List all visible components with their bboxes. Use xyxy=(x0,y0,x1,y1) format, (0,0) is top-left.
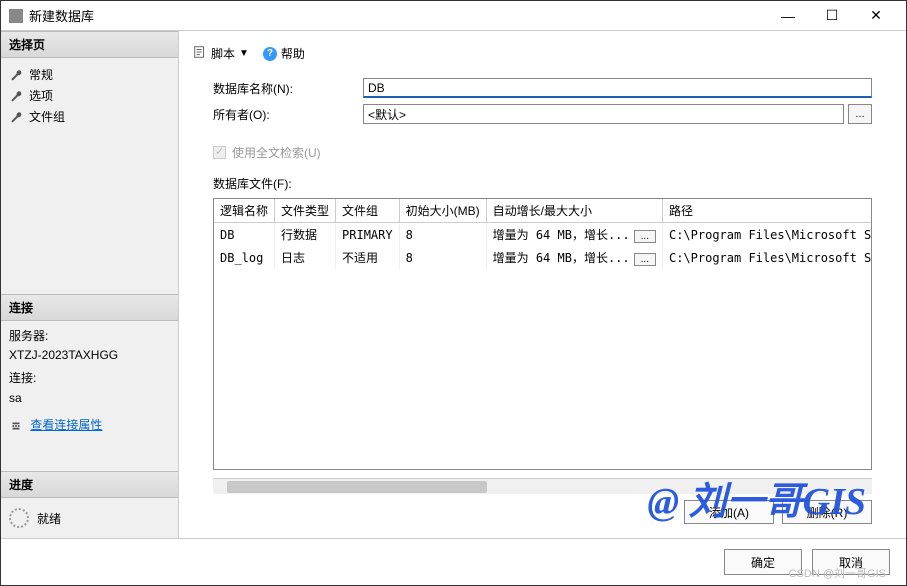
progress-header: 进度 xyxy=(1,471,178,498)
titlebar: 新建数据库 — ☐ ✕ xyxy=(1,1,906,31)
dialog-window: 新建数据库 — ☐ ✕ 选择页 常规 选项 文件组 xyxy=(0,0,907,586)
server-label: 服务器: xyxy=(9,327,170,346)
cell-name: DB xyxy=(214,223,275,247)
select-page-body: 常规 选项 文件组 xyxy=(1,58,178,133)
app-icon xyxy=(9,9,23,23)
delete-button[interactable]: 删除(R) xyxy=(782,500,872,524)
col-autogrowth[interactable]: 自动增长/最大大小 xyxy=(486,199,662,223)
wrench-icon xyxy=(9,110,23,124)
cell-growth: 增量为 64 MB，增长...... xyxy=(486,223,662,247)
sidebar-item-label: 常规 xyxy=(29,66,53,83)
script-button[interactable]: 脚本 ▼ xyxy=(189,43,253,64)
horizontal-scrollbar[interactable] xyxy=(213,478,872,494)
db-name-label: 数据库名称(N): xyxy=(213,80,363,97)
select-page-header: 选择页 xyxy=(1,31,178,58)
col-file-group[interactable]: 文件组 xyxy=(336,199,400,223)
wrench-icon xyxy=(9,68,23,82)
server-value: XTZJ-2023TAXHGG xyxy=(9,346,170,365)
cell-name: DB_log xyxy=(214,246,275,269)
help-label: 帮助 xyxy=(281,45,305,62)
sidebar-item-label: 文件组 xyxy=(29,108,65,125)
table-row[interactable]: DB 行数据 PRIMARY 8 增量为 64 MB，增长...... C:\P… xyxy=(214,223,872,247)
progress-body: 就绪 xyxy=(1,498,178,538)
progress-status: 就绪 xyxy=(37,510,61,527)
col-file-type[interactable]: 文件类型 xyxy=(275,199,336,223)
action-row: 添加(A) 删除(R) xyxy=(189,494,896,530)
table-row[interactable]: DB_log 日志 不适用 8 增量为 64 MB，增长...... C:\Pr… xyxy=(214,246,872,269)
cell-growth: 增量为 64 MB，增长...... xyxy=(486,246,662,269)
window-controls: — ☐ ✕ xyxy=(766,2,898,30)
cell-path: C:\Program Files\Microsoft SQL Ser xyxy=(662,223,872,247)
growth-edit-button[interactable]: ... xyxy=(634,253,656,266)
spinner-icon xyxy=(9,508,29,528)
fulltext-row: 使用全文检索(U) xyxy=(189,140,896,171)
files-table-wrap: 逻辑名称 文件类型 文件组 初始大小(MB) 自动增长/最大大小 路径 DB 行… xyxy=(213,198,872,470)
ok-button[interactable]: 确定 xyxy=(724,549,802,575)
owner-input[interactable] xyxy=(363,104,844,124)
wrench-icon xyxy=(9,89,23,103)
fulltext-label: 使用全文检索(U) xyxy=(232,144,321,161)
footer: 确定 取消 xyxy=(1,538,906,585)
window-title: 新建数据库 xyxy=(29,6,766,25)
cell-type: 日志 xyxy=(275,246,336,269)
col-initial-size[interactable]: 初始大小(MB) xyxy=(399,199,486,223)
script-label: 脚本 xyxy=(211,45,235,62)
close-button[interactable]: ✕ xyxy=(854,2,898,30)
chevron-down-icon: ▼ xyxy=(239,48,249,59)
col-path[interactable]: 路径 xyxy=(662,199,872,223)
sidebar: 选择页 常规 选项 文件组 连接 服务器: XTZJ-2023TA xyxy=(1,31,179,538)
files-label: 数据库文件(F): xyxy=(189,171,896,196)
help-icon: ? xyxy=(263,47,277,61)
cell-group: PRIMARY xyxy=(336,223,400,247)
main-area: 选择页 常规 选项 文件组 连接 服务器: XTZJ-2023TA xyxy=(1,31,906,538)
conn-label: 连接: xyxy=(9,369,170,388)
owner-label: 所有者(O): xyxy=(213,106,363,123)
scroll-thumb[interactable] xyxy=(227,481,487,493)
help-button[interactable]: ? 帮助 xyxy=(259,43,309,64)
minimize-button[interactable]: — xyxy=(766,2,810,30)
owner-browse-button[interactable]: … xyxy=(848,104,872,124)
cell-path: C:\Program Files\Microsoft SQL Ser xyxy=(662,246,872,269)
cell-size: 8 xyxy=(399,246,486,269)
cell-type: 行数据 xyxy=(275,223,336,247)
growth-edit-button[interactable]: ... xyxy=(634,230,656,243)
files-table: 逻辑名称 文件类型 文件组 初始大小(MB) 自动增长/最大大小 路径 DB 行… xyxy=(214,199,872,269)
form-area: 数据库名称(N): 所有者(O): … xyxy=(189,74,896,140)
fulltext-checkbox xyxy=(213,146,226,159)
script-icon xyxy=(193,45,207,62)
col-logical-name[interactable]: 逻辑名称 xyxy=(214,199,275,223)
connection-props-icon xyxy=(9,419,23,433)
sidebar-item-filegroups[interactable]: 文件组 xyxy=(9,106,170,127)
add-button[interactable]: 添加(A) xyxy=(684,500,774,524)
cell-group: 不适用 xyxy=(336,246,400,269)
sidebar-item-general[interactable]: 常规 xyxy=(9,64,170,85)
connection-header: 连接 xyxy=(1,294,178,321)
db-name-input[interactable] xyxy=(363,78,872,98)
sidebar-item-label: 选项 xyxy=(29,87,53,104)
conn-value: sa xyxy=(9,389,170,408)
content-toolbar: 脚本 ▼ ? 帮助 xyxy=(189,39,896,74)
cancel-button[interactable]: 取消 xyxy=(812,549,890,575)
connection-body: 服务器: XTZJ-2023TAXHGG 连接: sa 查看连接属性 xyxy=(1,321,178,441)
content-pane: 脚本 ▼ ? 帮助 数据库名称(N): 所有者(O): … xyxy=(179,31,906,538)
view-connection-props-link[interactable]: 查看连接属性 xyxy=(30,418,102,432)
sidebar-item-options[interactable]: 选项 xyxy=(9,85,170,106)
cell-size: 8 xyxy=(399,223,486,247)
maximize-button[interactable]: ☐ xyxy=(810,2,854,30)
